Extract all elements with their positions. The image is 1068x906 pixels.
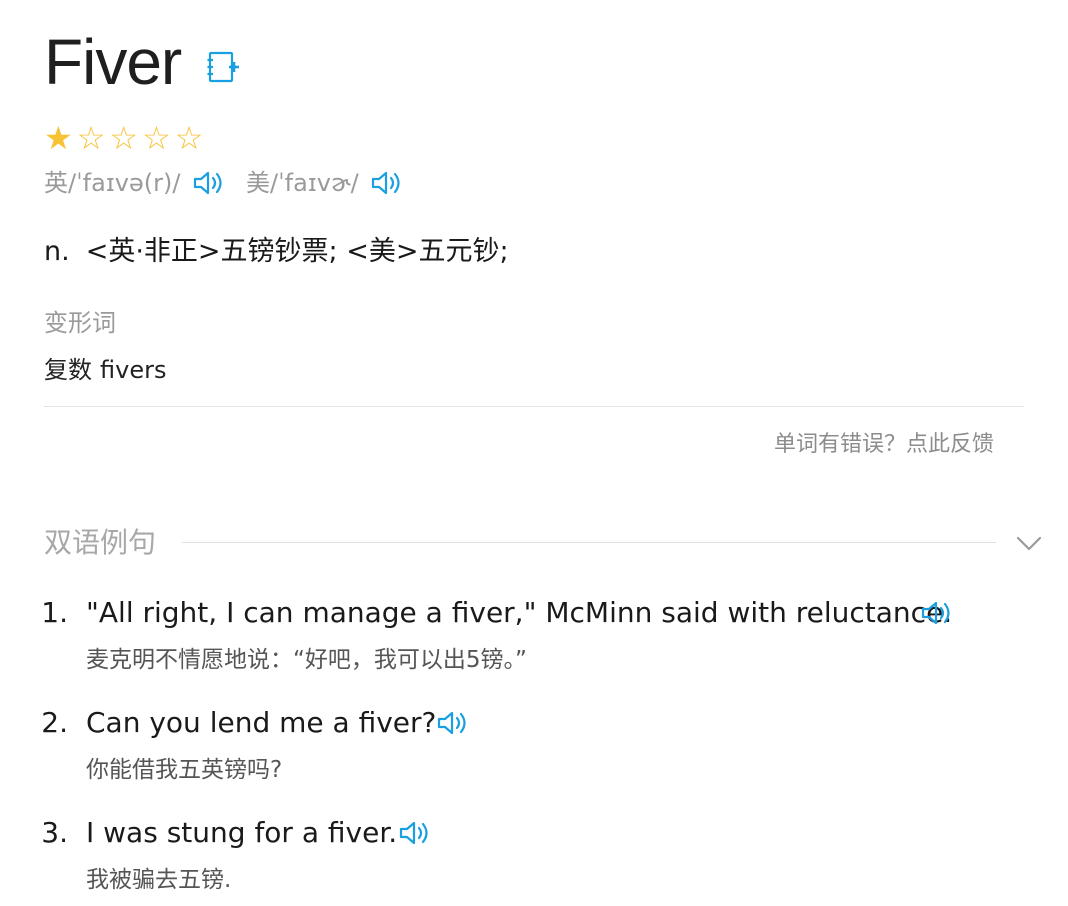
word-form-value[interactable]: fivers	[100, 356, 166, 384]
uk-phonetic: 英/ˈfaɪvə(r)/	[44, 169, 181, 197]
star-empty-icon: ☆	[76, 119, 110, 157]
example-sentence-zh: 麦克明不情愿地说：“好吧，我可以出5镑。”	[86, 647, 527, 673]
example-number: 3.	[41, 816, 68, 849]
section-divider	[182, 542, 996, 543]
feedback-link[interactable]: 单词有错误？点此反馈	[774, 428, 994, 462]
speaker-icon[interactable]	[370, 168, 404, 198]
star-empty-icon: ☆	[109, 119, 143, 157]
definition: n. <英·非正>五镑钞票; <美>五元钞;	[44, 232, 509, 272]
word-form-item: 复数 fivers	[44, 352, 166, 388]
star-empty-icon: ☆	[142, 119, 175, 157]
example-sentence-zh: 你能借我五英镑吗?	[86, 757, 283, 783]
word-form-label: 复数	[44, 356, 92, 384]
speaker-icon[interactable]	[436, 708, 470, 738]
word-forms-title: 变形词	[44, 309, 116, 337]
example-sentence-en: "All right, I can manage a fiver," McMin…	[86, 596, 953, 629]
star-rating: ★☆☆☆☆	[44, 120, 207, 156]
example-sentence-en: I was stung for a fiver.	[86, 816, 398, 849]
part-of-speech: n.	[44, 236, 70, 267]
example-number: 1.	[41, 596, 68, 629]
chevron-down-icon[interactable]	[1014, 530, 1044, 556]
add-note-icon[interactable]	[207, 50, 241, 84]
headword: Fiver	[44, 26, 182, 98]
example-sentence-zh: 我被骗去五镑.	[86, 867, 232, 893]
star-filled-icon: ★	[44, 119, 77, 157]
example-sentence-en: Can you lend me a fiver?	[86, 706, 437, 739]
speaker-icon[interactable]	[192, 168, 226, 198]
speaker-icon[interactable]	[398, 818, 432, 848]
definition-text: <英·非正>五镑钞票; <美>五元钞;	[85, 236, 509, 267]
divider	[44, 406, 1024, 407]
examples-section-title: 双语例句	[44, 526, 157, 559]
example-number: 2.	[41, 706, 68, 739]
star-empty-icon: ☆	[174, 119, 208, 157]
us-phonetic: 美/ˈfaɪvɚ/	[246, 169, 359, 197]
speaker-icon[interactable]	[920, 598, 954, 628]
